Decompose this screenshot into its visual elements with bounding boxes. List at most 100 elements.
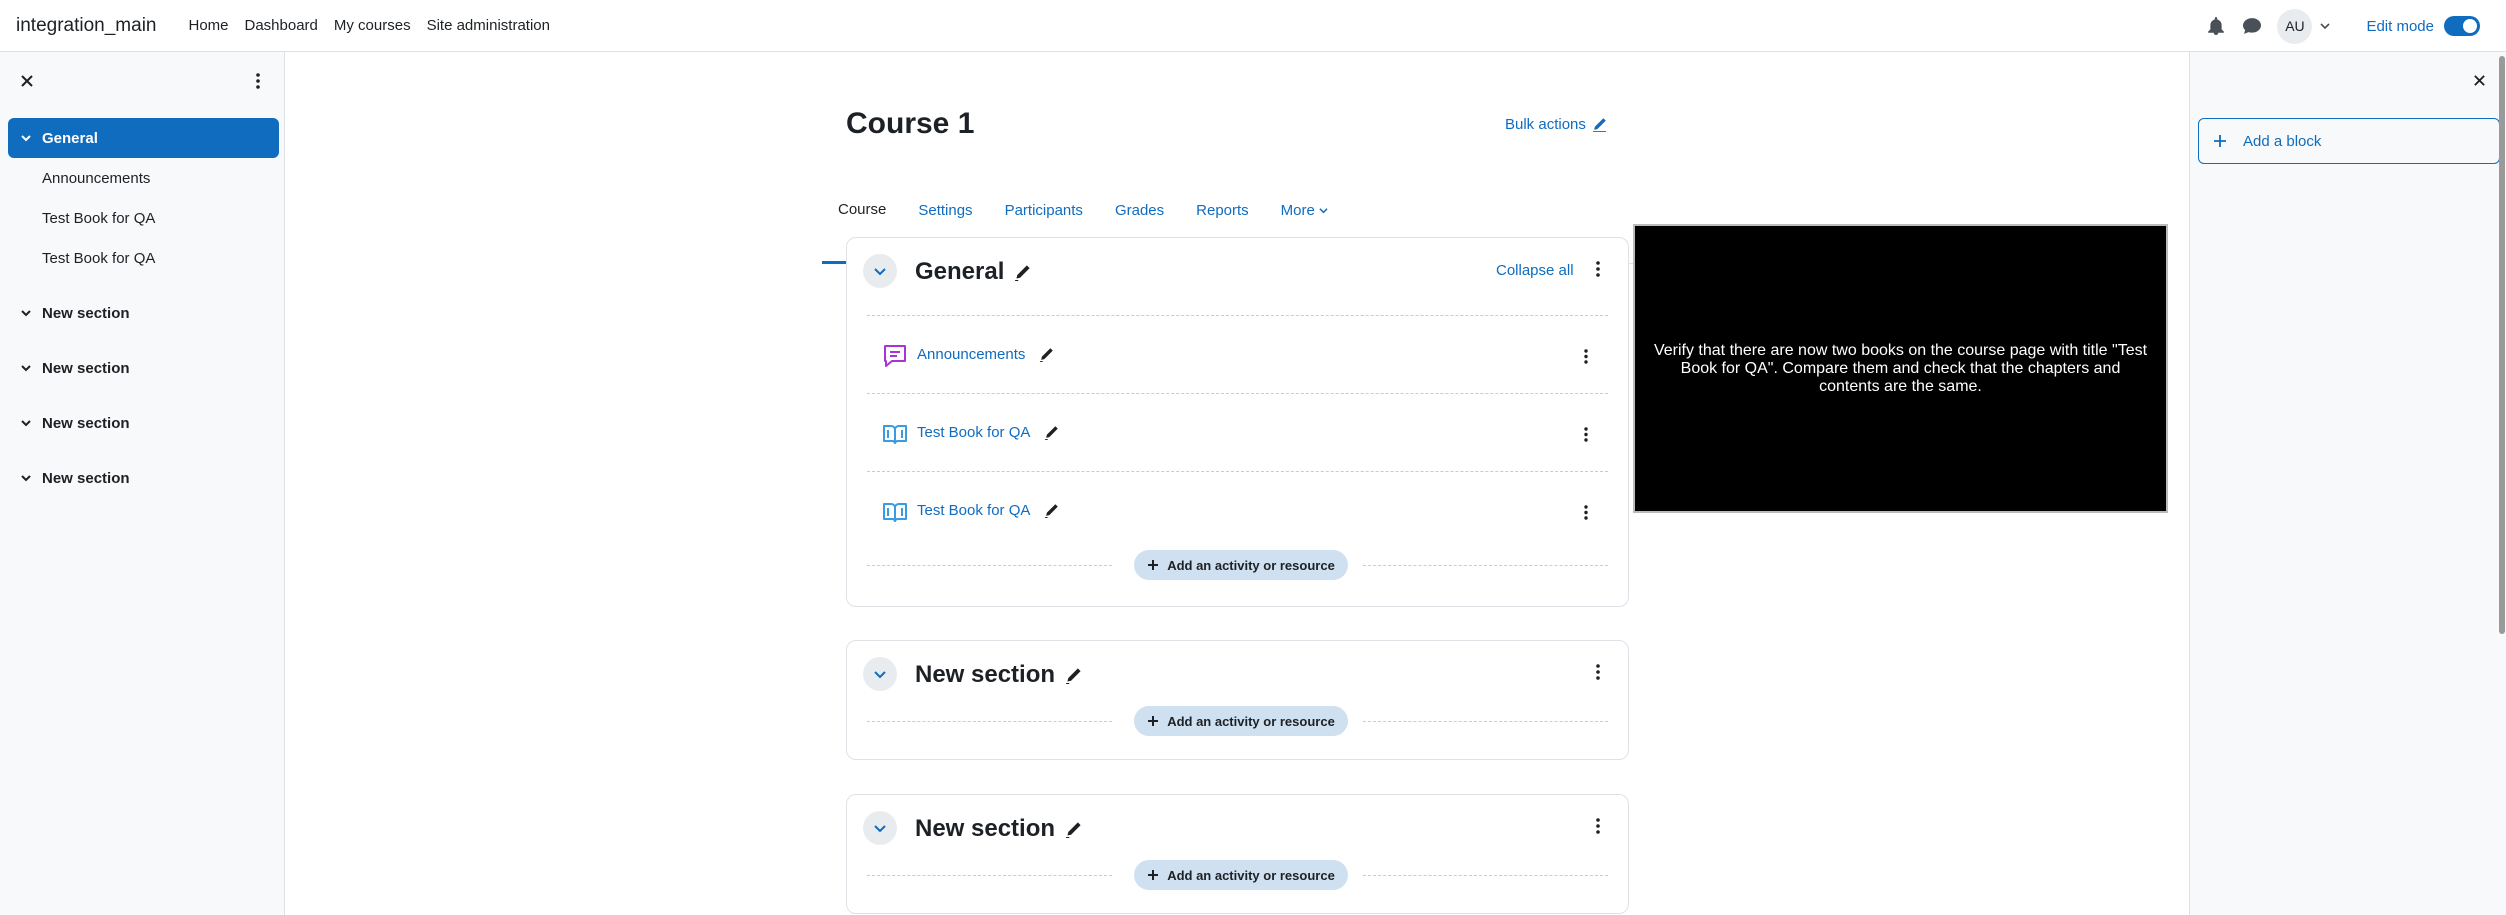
user-menu[interactable]: AU <box>2277 8 2331 44</box>
nav-link-site-administration[interactable]: Site administration <box>427 17 550 34</box>
course-index-drawer: General Announcements Test Book for QA T… <box>0 52 285 915</box>
divider <box>867 565 1112 566</box>
course-index-section-title: New section <box>42 359 130 377</box>
plus-icon <box>1147 715 1159 727</box>
kebab-menu-icon[interactable] <box>1584 426 1588 443</box>
activity-link[interactable]: Test Book for QA <box>917 424 1059 441</box>
add-activity-row: Add an activity or resource <box>867 550 1608 580</box>
bell-icon[interactable] <box>2207 17 2225 35</box>
edit-mode-toggle[interactable] <box>2444 16 2480 36</box>
section-title: New section <box>915 815 1082 843</box>
pencil-icon[interactable] <box>1044 503 1059 518</box>
edit-mode-switch[interactable]: Edit mode <box>2366 16 2480 36</box>
course-index-item[interactable]: Announcements <box>8 158 279 198</box>
add-activity-label: Add an activity or resource <box>1167 713 1335 729</box>
primary-navigation: Home Dashboard My courses Site administr… <box>188 17 566 34</box>
tab-more-label: More <box>1280 202 1315 219</box>
chevron-down-icon[interactable] <box>20 417 32 429</box>
section-header: New section <box>847 795 1628 865</box>
kebab-menu-icon[interactable] <box>1596 663 1600 681</box>
add-activity-row: Add an activity or resource <box>867 706 1608 736</box>
kebab-menu-icon[interactable] <box>256 72 260 90</box>
kebab-menu-icon[interactable] <box>1584 348 1588 365</box>
chevron-down-icon[interactable] <box>20 132 32 144</box>
pencil-icon[interactable] <box>1065 821 1082 838</box>
nav-link-my-courses[interactable]: My courses <box>334 17 411 34</box>
navbar-right-group: AU Edit mode <box>2189 0 2480 52</box>
section-title-text[interactable]: General <box>915 258 1004 286</box>
course-index-section-title: New section <box>42 469 130 487</box>
activity-link[interactable]: Announcements <box>917 346 1054 363</box>
section-header: New section <box>847 641 1628 711</box>
activity-item: Test Book for QA <box>867 393 1608 471</box>
chevron-down-icon[interactable] <box>20 362 32 374</box>
section-title: General <box>915 258 1031 286</box>
course-index-section[interactable]: New section <box>8 293 279 333</box>
course-section-general: General Collapse all Announcements Test … <box>846 237 1629 607</box>
pencil-icon[interactable] <box>1014 264 1031 281</box>
chat-bubble-icon[interactable] <box>2243 17 2262 35</box>
edit-mode-label: Edit mode <box>2366 17 2434 35</box>
course-index-section-title: New section <box>42 304 130 322</box>
course-index-item[interactable]: Test Book for QA <box>8 198 279 238</box>
bulk-actions-label: Bulk actions <box>1505 116 1586 133</box>
chevron-down-icon <box>1319 206 1328 215</box>
add-activity-button[interactable]: Add an activity or resource <box>1134 860 1348 890</box>
kebab-menu-icon[interactable] <box>1584 504 1588 521</box>
instruction-overlay: Verify that there are now two books on t… <box>1633 224 2168 513</box>
course-index-section[interactable]: New section <box>8 458 279 498</box>
top-navbar: integration_main Home Dashboard My cours… <box>0 0 2506 52</box>
activity-name[interactable]: Announcements <box>917 346 1025 363</box>
close-icon[interactable] <box>20 74 34 88</box>
add-activity-row: Add an activity or resource <box>867 860 1608 890</box>
activity-link[interactable]: Test Book for QA <box>917 502 1059 519</box>
close-icon[interactable] <box>2473 74 2486 87</box>
bulk-actions-button[interactable]: Bulk actions <box>1505 116 1607 133</box>
section-collapse-toggle[interactable] <box>863 657 897 691</box>
section-title: New section <box>915 661 1082 689</box>
section-title-text[interactable]: New section <box>915 815 1055 843</box>
book-icon <box>881 498 909 526</box>
site-brand[interactable]: integration_main <box>16 15 156 37</box>
add-block-button[interactable]: Add a block <box>2198 118 2500 164</box>
activity-item: Test Book for QA <box>867 471 1608 549</box>
instruction-text: Verify that there are now two books on t… <box>1653 341 2148 395</box>
divider <box>867 721 1112 722</box>
page-title: Course 1 <box>846 107 975 140</box>
chevron-down-icon[interactable] <box>20 307 32 319</box>
pencil-icon <box>1592 117 1607 132</box>
add-activity-label: Add an activity or resource <box>1167 557 1335 573</box>
pencil-icon[interactable] <box>1065 667 1082 684</box>
activity-name[interactable]: Test Book for QA <box>917 424 1030 441</box>
divider <box>1363 565 1608 566</box>
kebab-menu-icon[interactable] <box>1596 817 1600 835</box>
avatar[interactable]: AU <box>2277 8 2313 44</box>
forum-icon <box>881 342 909 370</box>
divider <box>867 875 1112 876</box>
section-collapse-toggle[interactable] <box>863 254 897 288</box>
activity-item: Announcements <box>867 315 1608 393</box>
course-index-section[interactable]: New section <box>8 403 279 443</box>
nav-link-home[interactable]: Home <box>188 17 228 34</box>
divider <box>1363 721 1608 722</box>
course-index-section-title: New section <box>42 414 130 432</box>
collapse-all-link[interactable]: Collapse all <box>1496 262 1574 279</box>
pencil-icon[interactable] <box>1044 425 1059 440</box>
course-index-item[interactable]: Test Book for QA <box>8 238 279 278</box>
course-index-section-general[interactable]: General <box>8 118 279 158</box>
add-activity-button[interactable]: Add an activity or resource <box>1134 550 1348 580</box>
course-index-section-title: General <box>42 129 98 147</box>
nav-link-dashboard[interactable]: Dashboard <box>245 17 318 34</box>
divider <box>1363 875 1608 876</box>
kebab-menu-icon[interactable] <box>1596 260 1600 278</box>
page-scrollbar[interactable] <box>2499 56 2505 634</box>
chevron-down-icon <box>2320 21 2331 31</box>
book-icon <box>881 420 909 448</box>
course-index-section[interactable]: New section <box>8 348 279 388</box>
add-activity-button[interactable]: Add an activity or resource <box>1134 706 1348 736</box>
activity-name[interactable]: Test Book for QA <box>917 502 1030 519</box>
chevron-down-icon[interactable] <box>20 472 32 484</box>
section-title-text[interactable]: New section <box>915 661 1055 689</box>
pencil-icon[interactable] <box>1039 347 1054 362</box>
section-collapse-toggle[interactable] <box>863 811 897 845</box>
